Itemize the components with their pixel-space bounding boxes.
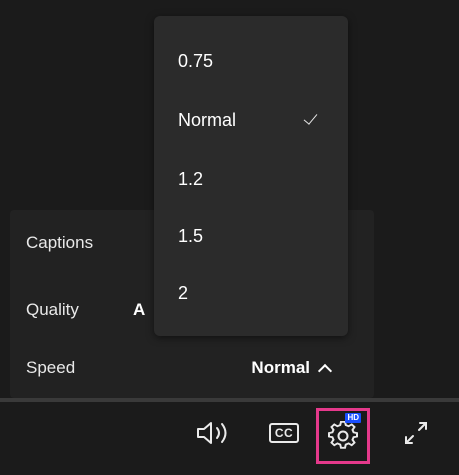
fullscreen-icon (405, 422, 427, 444)
speed-option-label: 2 (178, 282, 189, 303)
speed-value: Normal (251, 358, 310, 377)
speed-option-label: 0.75 (178, 50, 214, 71)
speed-option-label: Normal (178, 109, 237, 130)
chevron-up-icon (317, 363, 333, 379)
captions-button[interactable]: CC (260, 410, 308, 456)
speed-option-1.5[interactable]: 1.5 (154, 210, 348, 262)
volume-button[interactable] (192, 410, 238, 456)
speed-option-2[interactable]: 2 (154, 267, 348, 319)
quality-label: Quality (26, 300, 79, 319)
speed-option-label: 1.2 (178, 168, 204, 189)
speed-menu: 0.75 Normal 1.2 1.5 2 (154, 16, 348, 336)
speed-option-label: 1.5 (178, 225, 204, 246)
speed-label: Speed (26, 358, 76, 377)
settings-button[interactable]: HD (316, 408, 370, 464)
speed-option-1.2[interactable]: 1.2 (154, 153, 348, 205)
speed-value-wrap: Normal (251, 358, 333, 379)
quality-value: A (133, 300, 146, 319)
settings-row-speed[interactable]: Speed Normal (0, 348, 364, 388)
speed-option-normal[interactable]: Normal (154, 94, 348, 146)
gear-icon (328, 421, 358, 449)
fullscreen-button[interactable] (394, 410, 438, 456)
captions-label: Captions (26, 233, 94, 252)
volume-icon (197, 422, 227, 444)
speed-option-0.75[interactable]: 0.75 (154, 35, 348, 87)
cc-icon: CC (268, 423, 300, 443)
checkmark-icon (303, 110, 318, 125)
hd-badge: HD (345, 413, 361, 423)
